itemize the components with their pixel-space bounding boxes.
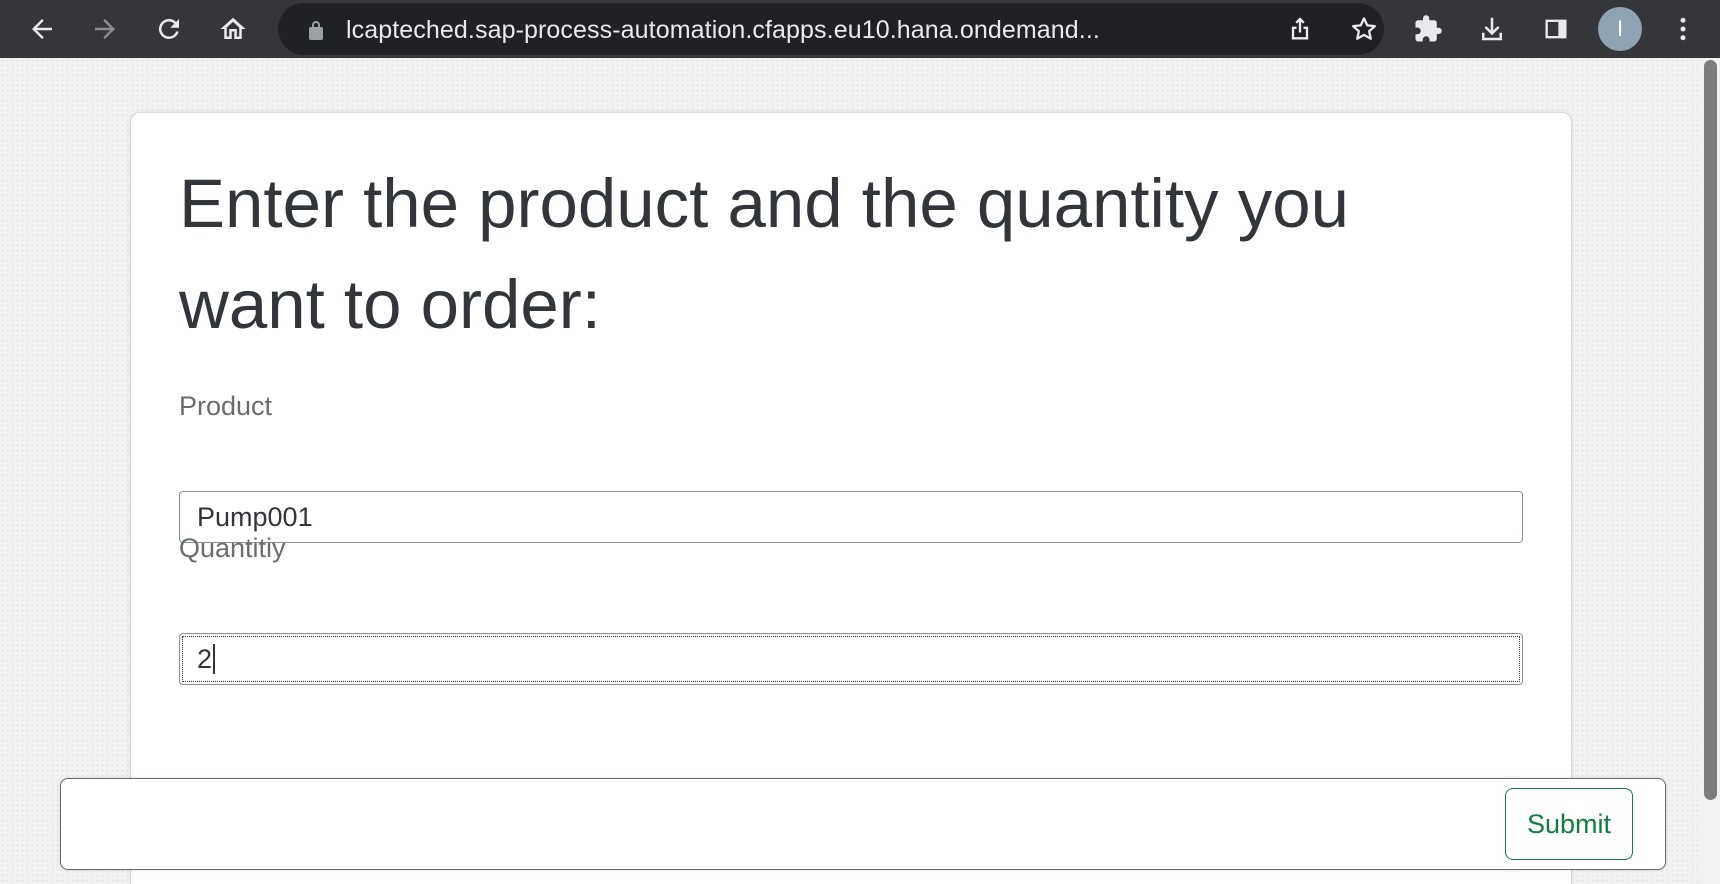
browser-toolbar: lcapteched.sap-process-automation.cfapps… bbox=[0, 0, 1720, 58]
quantity-input[interactable]: 2 bbox=[179, 633, 1523, 685]
scrollbar[interactable] bbox=[1702, 58, 1720, 884]
address-bar[interactable]: lcapteched.sap-process-automation.cfapps… bbox=[278, 3, 1384, 55]
profile-avatar[interactable]: I bbox=[1598, 7, 1642, 51]
home-button[interactable] bbox=[213, 9, 253, 49]
url-text[interactable]: lcapteched.sap-process-automation.cfapps… bbox=[346, 15, 1226, 45]
product-input[interactable]: Pump001 bbox=[179, 491, 1523, 543]
reload-button[interactable] bbox=[149, 9, 189, 49]
side-panel-button[interactable] bbox=[1536, 9, 1576, 49]
share-icon bbox=[1291, 17, 1309, 40]
lock-icon bbox=[309, 21, 323, 40]
share-button[interactable] bbox=[1280, 9, 1320, 49]
quantity-value: 2 bbox=[197, 644, 213, 674]
puzzle-icon bbox=[1415, 15, 1442, 42]
quantity-label: Quantitiy bbox=[179, 533, 286, 563]
extensions-button[interactable] bbox=[1408, 9, 1448, 49]
star-icon bbox=[1352, 17, 1376, 40]
form-title: Enter the product and the quantity you w… bbox=[179, 165, 1349, 343]
form-card: Enter the product and the quantity you w… bbox=[130, 112, 1572, 884]
page-viewport: Enter the product and the quantity you w… bbox=[0, 58, 1720, 884]
download-icon bbox=[1482, 17, 1502, 41]
product-value: Pump001 bbox=[197, 502, 313, 532]
browser-menu-button[interactable] bbox=[1663, 9, 1703, 49]
arrow-right-icon bbox=[95, 19, 115, 39]
kebab-menu-icon bbox=[1680, 17, 1686, 41]
footer-bar: Submit bbox=[60, 778, 1666, 870]
arrow-left-icon bbox=[32, 19, 52, 39]
home-icon bbox=[220, 17, 246, 39]
side-panel-icon bbox=[1545, 19, 1567, 39]
back-button[interactable] bbox=[22, 9, 62, 49]
submit-button[interactable]: Submit bbox=[1505, 788, 1633, 860]
scrollbar-thumb[interactable] bbox=[1704, 60, 1717, 800]
forward-button[interactable] bbox=[85, 9, 125, 49]
bookmark-button[interactable] bbox=[1344, 9, 1384, 49]
text-caret bbox=[213, 643, 216, 674]
downloads-button[interactable] bbox=[1472, 9, 1512, 49]
product-label: Product bbox=[179, 391, 273, 421]
reload-icon bbox=[158, 18, 179, 39]
